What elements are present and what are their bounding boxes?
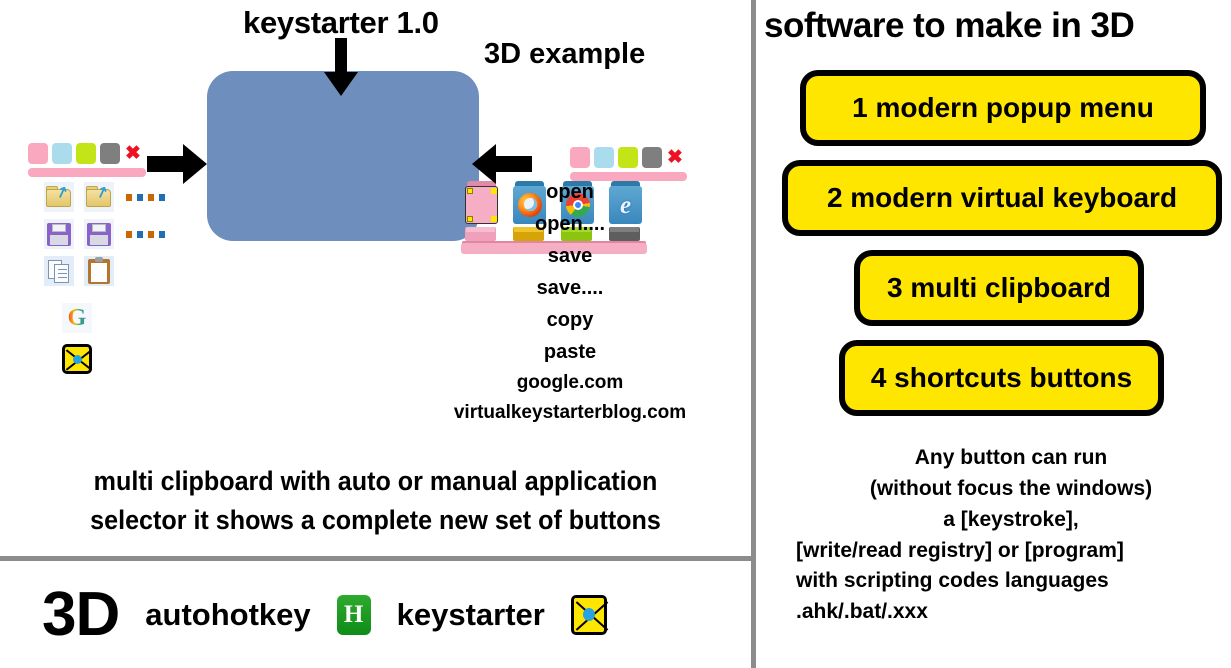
keystarter-icon xyxy=(570,594,609,635)
right-panel-note: Any button can run (without focus the wi… xyxy=(796,443,1226,628)
floppy-disk-icon[interactable] xyxy=(44,219,74,249)
poster-root: keystarter 1.0 3D example e ✖ ↗ ↗ G ✖ op… xyxy=(0,0,1231,668)
right-panel: software to make in 3D 1 modern popup me… xyxy=(756,0,1231,668)
arrow-down-icon xyxy=(318,38,364,103)
copy-icon[interactable] xyxy=(44,256,74,286)
autohotkey-label: autohotkey xyxy=(145,596,311,632)
menu-item-copy[interactable]: copy xyxy=(400,304,740,336)
dots-indicator xyxy=(126,230,165,238)
swatch-gray[interactable] xyxy=(642,147,662,168)
row-keystarter-icon xyxy=(62,344,93,374)
swatch-blue[interactable] xyxy=(594,147,614,168)
note-line-3: a [keystroke], xyxy=(943,507,1079,531)
menu-item-paste[interactable]: paste xyxy=(400,336,740,368)
note-line-6: .ahk/.bat/.xxx xyxy=(796,600,928,624)
menu-item-save[interactable]: save xyxy=(400,240,740,272)
badge-3d: 3D xyxy=(42,580,120,649)
row-open-icons: ↗ ↗ xyxy=(44,182,165,212)
swatch-pink[interactable] xyxy=(28,143,48,164)
footer-bar: 3D autohotkey H keystarter xyxy=(0,561,751,668)
row-copy-paste-icons xyxy=(44,256,114,286)
clipboard-paste-icon[interactable] xyxy=(84,256,114,286)
page-title: keystarter 1.0 xyxy=(243,5,439,40)
feature-button-popup-menu[interactable]: 1 modern popup menu xyxy=(800,70,1206,146)
close-icon[interactable]: ✖ xyxy=(124,143,142,164)
swatch-lime[interactable] xyxy=(76,143,96,164)
caption-line-1: multi clipboard with auto or manual appl… xyxy=(93,466,658,496)
example-label: 3D example xyxy=(484,38,646,70)
left-caption: multi clipboard with auto or manual appl… xyxy=(26,462,724,540)
swatch-lime[interactable] xyxy=(618,147,638,168)
row-save-icons xyxy=(44,219,165,249)
note-line-2: (without focus the windows) xyxy=(869,476,1153,500)
swatch-pink[interactable] xyxy=(570,147,590,168)
swatch-blue[interactable] xyxy=(52,143,72,164)
right-panel-title: software to make in 3D xyxy=(764,6,1135,45)
folder-open-icon[interactable]: ↗ xyxy=(84,182,114,212)
note-line-1: Any button can run xyxy=(914,446,1108,469)
autohotkey-icon: H xyxy=(336,594,371,635)
palette-bar-left xyxy=(28,168,146,177)
feature-button-virtual-keyboard[interactable]: 2 modern virtual keyboard xyxy=(782,160,1222,236)
swatch-gray[interactable] xyxy=(100,143,120,164)
menu-item-list: open open.... save save.... copy paste g… xyxy=(400,176,740,429)
menu-item-open[interactable]: open xyxy=(400,176,740,208)
caption-line-2: selector it shows a complete new set of … xyxy=(90,505,661,536)
dots-indicator xyxy=(126,193,165,201)
menu-item-google-com[interactable]: google.com xyxy=(400,368,740,398)
feature-button-multi-clipboard[interactable]: 3 multi clipboard xyxy=(854,250,1144,326)
note-line-5: with scripting codes languages xyxy=(796,569,1109,593)
palette-right: ✖ xyxy=(570,147,684,168)
menu-item-blog-com[interactable]: virtualkeystarterblog.com xyxy=(400,398,740,428)
google-g-icon[interactable]: G xyxy=(62,303,92,333)
note-line-4: [write/read registry] or [program] xyxy=(796,538,1124,562)
keystarter-icon[interactable] xyxy=(62,344,93,374)
feature-button-shortcuts[interactable]: 4 shortcuts buttons xyxy=(839,340,1164,416)
row-google-icon: G xyxy=(62,303,92,333)
menu-item-open-dots[interactable]: open.... xyxy=(400,208,740,240)
close-icon[interactable]: ✖ xyxy=(666,147,684,168)
folder-open-icon[interactable]: ↗ xyxy=(44,182,74,212)
floppy-disk-icon[interactable] xyxy=(84,219,114,249)
menu-item-save-dots[interactable]: save.... xyxy=(400,272,740,304)
left-panel: keystarter 1.0 3D example e ✖ ↗ ↗ G ✖ op… xyxy=(0,0,751,556)
palette-left: ✖ xyxy=(28,143,142,164)
keystarter-label: keystarter xyxy=(396,596,545,632)
